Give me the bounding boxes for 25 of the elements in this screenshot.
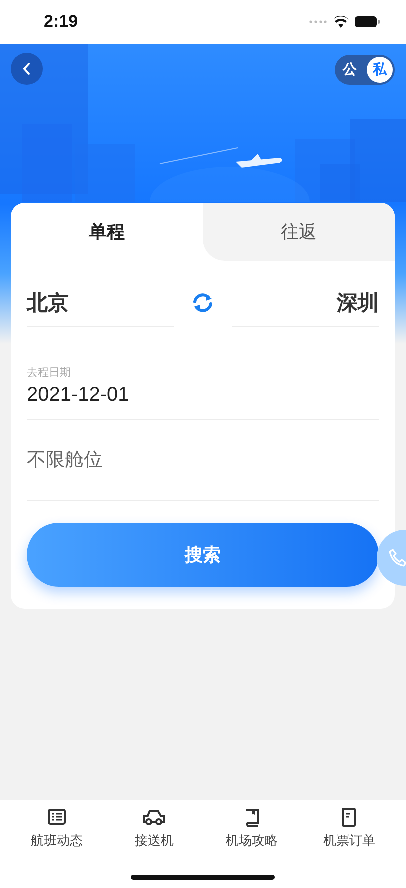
status-time: 2:19 <box>44 12 78 32</box>
date-label: 去程日期 <box>27 365 71 380</box>
back-icon <box>22 62 32 76</box>
account-option[interactable]: 私 <box>367 57 393 83</box>
swap-icon[interactable] <box>192 293 214 313</box>
back-button[interactable] <box>11 53 43 85</box>
wifi-icon <box>333 16 349 28</box>
list-icon <box>46 808 68 828</box>
signal-icon <box>309 20 327 24</box>
nav-item[interactable]: 机场攻略 <box>206 808 297 850</box>
battery-icon <box>355 16 380 28</box>
cabin-field[interactable]: 不限舱位 <box>27 420 379 501</box>
departure-city-field[interactable]: 北京 <box>27 279 174 327</box>
phone-icon <box>389 549 406 567</box>
date-value: 2021-12-01 <box>27 384 130 407</box>
arrival-city-field[interactable]: 深圳 <box>232 279 379 327</box>
account-toggle[interactable]: 公 私 <box>335 55 395 85</box>
trip-tab[interactable]: 往返 <box>203 203 395 261</box>
account-option[interactable]: 公 <box>337 57 363 83</box>
car-icon <box>143 808 166 828</box>
nav-item[interactable]: 接送机 <box>109 808 200 850</box>
nav-item[interactable]: 航班动态 <box>12 808 102 850</box>
nav-item[interactable]: 机票订单 <box>304 808 394 850</box>
date-field[interactable]: 去程日期 2021-12-01 <box>27 345 379 420</box>
cabin-placeholder: 不限舱位 <box>27 448 103 473</box>
